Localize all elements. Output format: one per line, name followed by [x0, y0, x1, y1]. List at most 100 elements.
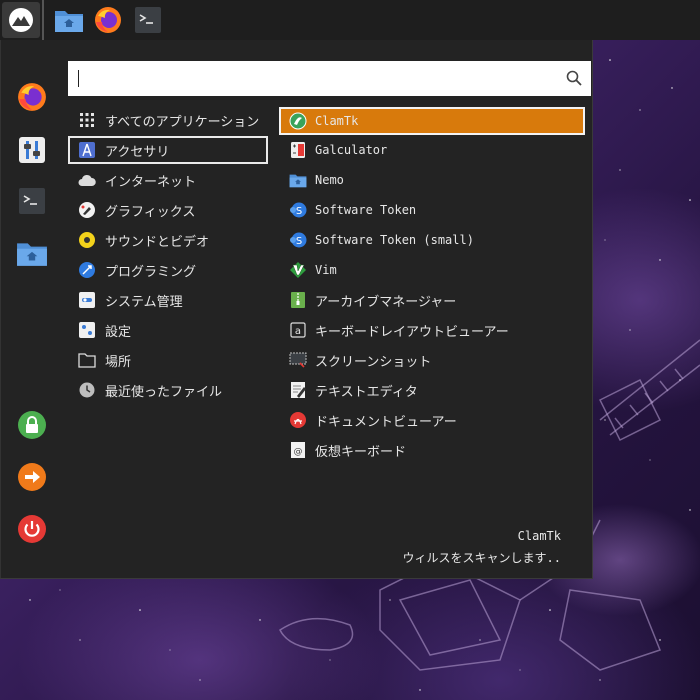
screenshot-icon — [289, 351, 307, 369]
multimedia-icon — [78, 231, 96, 249]
grid-icon — [78, 111, 96, 129]
favorite-settings[interactable] — [16, 134, 48, 166]
svg-text:S: S — [296, 236, 302, 247]
app-label: キーボードレイアウトビューアー — [315, 324, 509, 340]
places-icon — [78, 351, 96, 369]
search-input[interactable] — [68, 61, 591, 98]
search-field[interactable] — [68, 61, 560, 98]
category-programming[interactable]: プログラミング — [68, 256, 268, 284]
app-label: Vim — [315, 263, 337, 277]
folder-icon — [55, 11, 83, 32]
document-viewer-icon — [289, 411, 307, 429]
settings-icon — [19, 137, 45, 163]
calculator-icon — [289, 141, 307, 159]
category-label: 最近使ったファイル — [105, 384, 223, 400]
app-clamtk[interactable]: ClamTk — [279, 107, 585, 135]
vim-icon — [289, 261, 307, 279]
category-label: アクセサリ — [105, 144, 170, 160]
category-recent[interactable]: 最近使ったファイル — [68, 376, 268, 404]
taskbar — [0, 0, 700, 40]
app-archive-manager[interactable]: アーカイブマネージャー — [279, 286, 585, 314]
start-menu-icon — [9, 8, 33, 32]
terminal-icon — [19, 188, 45, 214]
app-galculator[interactable]: Galculator — [279, 136, 585, 164]
svg-text:S: S — [296, 206, 302, 217]
app-label: Galculator — [315, 143, 388, 157]
favorite-firefox[interactable] — [16, 81, 48, 113]
app-label: ClamTk — [315, 114, 359, 128]
lock-screen-button[interactable] — [16, 409, 48, 441]
app-label: Software Token — [315, 203, 417, 217]
app-description-title: ClamTk — [517, 529, 561, 543]
favorites-sidebar — [0, 40, 64, 578]
category-multimedia[interactable]: サウンドとビデオ — [68, 226, 268, 254]
power-icon — [18, 515, 46, 543]
category-system[interactable]: システム管理 — [68, 286, 268, 314]
cloud-icon — [78, 171, 96, 189]
taskbar-separator — [42, 0, 44, 40]
preferences-icon — [78, 321, 96, 339]
app-label: ドキュメントビューアー — [315, 414, 457, 430]
logout-button[interactable] — [16, 461, 48, 493]
app-text-editor[interactable]: テキストエディタ — [279, 376, 585, 404]
app-nemo[interactable]: Nemo — [279, 166, 585, 194]
category-label: プログラミング — [105, 264, 197, 280]
accessories-icon — [78, 141, 96, 159]
graphics-icon — [78, 201, 96, 219]
app-label: Software Token (small) — [315, 233, 474, 247]
firefox-icon — [18, 83, 46, 111]
app-screenshot[interactable]: スクリーンショット — [279, 346, 585, 374]
category-graphics[interactable]: グラフィックス — [68, 196, 268, 224]
category-all[interactable]: すべてのアプリケーション — [68, 106, 268, 134]
app-virtual-keyboard[interactable]: @ 仮想キーボード — [279, 436, 585, 464]
category-label: グラフィックス — [105, 204, 196, 220]
programming-icon — [78, 261, 96, 279]
category-label: インターネット — [105, 174, 197, 190]
app-document-viewer[interactable]: ドキュメントビューアー — [279, 406, 585, 434]
keyboard-layout-icon: a — [289, 321, 307, 339]
firefox-icon — [95, 7, 121, 33]
nemo-icon — [289, 171, 307, 189]
category-internet[interactable]: インターネット — [68, 166, 268, 194]
app-description-text: ウィルスをスキャンします.. — [402, 551, 561, 565]
application-menu: すべてのアプリケーション アクセサリ インターネット グラフィックス サウンドと… — [0, 40, 593, 579]
category-label: 場所 — [105, 354, 132, 370]
app-vim[interactable]: Vim — [279, 256, 585, 284]
terminal-icon — [135, 7, 161, 33]
category-label: すべてのアプリケーション — [105, 114, 260, 130]
app-label: Nemo — [315, 173, 344, 187]
taskbar-firefox[interactable] — [91, 3, 125, 37]
logout-icon — [18, 463, 46, 491]
svg-text:a: a — [295, 326, 301, 337]
category-label: システム管理 — [105, 294, 183, 310]
system-icon — [78, 291, 96, 309]
app-label: テキストエディタ — [315, 384, 418, 400]
archive-icon — [289, 291, 307, 309]
svg-text:@: @ — [294, 447, 303, 457]
app-software-token-small[interactable]: S Software Token (small) — [279, 226, 585, 254]
taskbar-file-manager[interactable] — [52, 3, 86, 37]
app-label: スクリーンショット — [315, 354, 432, 370]
category-preferences[interactable]: 設定 — [68, 316, 268, 344]
category-label: 設定 — [105, 324, 132, 340]
text-caret — [78, 70, 79, 87]
favorite-terminal[interactable] — [16, 185, 48, 217]
software-token-icon: S — [289, 201, 307, 219]
recent-icon — [78, 381, 96, 399]
start-menu-button[interactable] — [2, 2, 40, 38]
category-label: サウンドとビデオ — [105, 234, 210, 250]
search-icon[interactable] — [565, 69, 583, 87]
category-accessories[interactable]: アクセサリ — [68, 136, 268, 164]
app-label: アーカイブマネージャー — [315, 294, 457, 310]
lock-icon — [18, 411, 46, 439]
clamtk-icon — [289, 112, 307, 130]
category-places[interactable]: 場所 — [68, 346, 268, 374]
power-button[interactable] — [16, 513, 48, 545]
taskbar-terminal[interactable] — [131, 3, 165, 37]
app-keyboard-layout-viewer[interactable]: a キーボードレイアウトビューアー — [279, 316, 585, 344]
favorite-folder[interactable] — [16, 237, 48, 269]
text-editor-icon — [289, 381, 307, 399]
app-label: 仮想キーボード — [315, 444, 407, 460]
app-software-token[interactable]: S Software Token — [279, 196, 585, 224]
software-token-icon: S — [289, 231, 307, 249]
